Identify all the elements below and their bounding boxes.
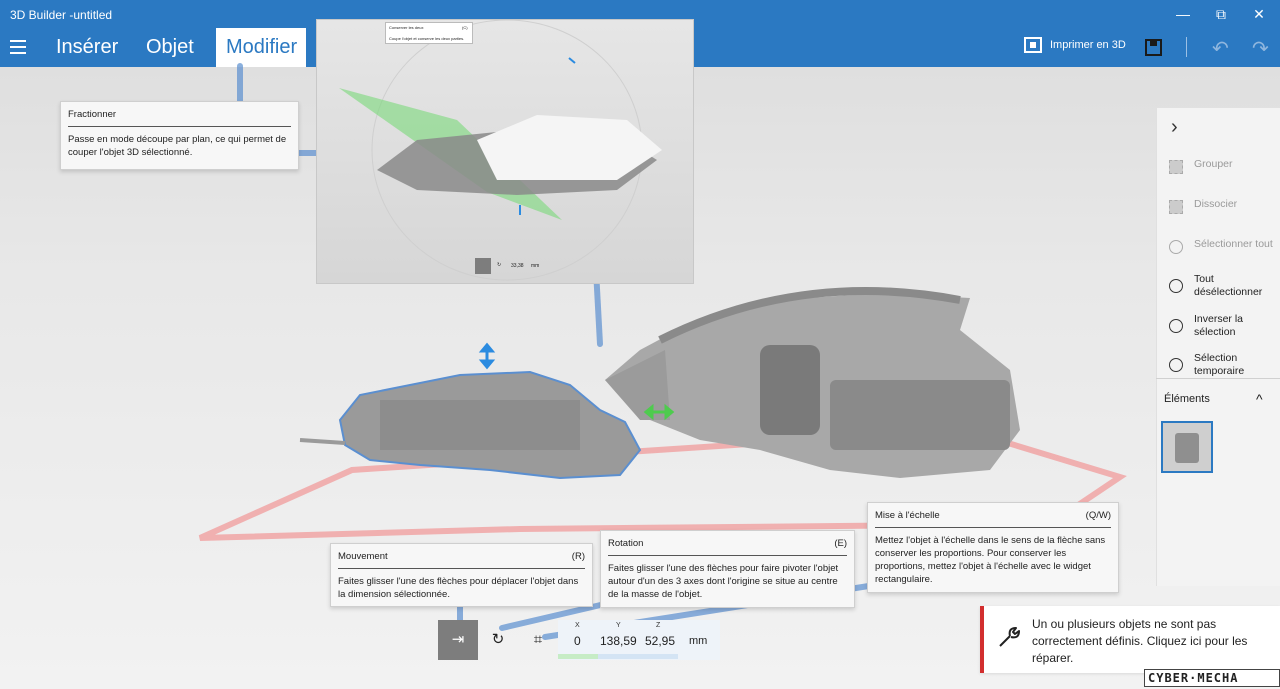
collapse-panel-icon[interactable]: ›: [1171, 116, 1178, 139]
move-arrow-vertical: [478, 342, 496, 370]
yz-axis-bar: [598, 654, 678, 659]
wrench-icon: [999, 627, 1020, 647]
repair-notification[interactable]: Un ou plusieurs objets ne sont pas corre…: [980, 606, 1280, 673]
split-preview-inset: Conserver les deux (C) Coupe l'objet et …: [316, 19, 694, 284]
temporary-selection-icon: [1169, 358, 1183, 372]
group-icon: [1169, 160, 1183, 174]
ungroup-label: Dissocier: [1194, 198, 1238, 210]
object-rear-body: [605, 293, 1020, 478]
tooltip-fractionner: Fractionner Passe en mode découpe par pl…: [60, 101, 299, 170]
select-all-label: Sélectionner tout: [1194, 238, 1273, 250]
tooltip-body: Faites glisser l'une des flèches pour dé…: [338, 576, 579, 600]
temporary-selection-label: Sélection temporaire: [1194, 352, 1245, 377]
tab-objet[interactable]: Objet: [136, 28, 204, 67]
inset-measure-value: 33,38: [511, 263, 524, 269]
deselect-all-label: Tout désélectionner: [1194, 273, 1263, 298]
scale-tool-button[interactable]: ⌗: [518, 620, 558, 660]
selected-object-detail: [380, 400, 580, 450]
invert-selection-label: Inverser la sélection: [1194, 313, 1244, 338]
menu-item-keep-both-key: (C): [462, 25, 468, 30]
object-rear-seat: [760, 345, 820, 435]
tooltip-shortcut: (Q/W): [1085, 510, 1111, 521]
inset-rotate-icon: ↻: [497, 262, 502, 268]
tooltip-header: Rotation (E): [608, 538, 847, 549]
coord-z-label: Z: [656, 622, 661, 629]
select-all-button[interactable]: Sélectionner tout: [1167, 238, 1280, 274]
menu-item-keep-both[interactable]: Conserver les deux: [389, 25, 423, 30]
close-button[interactable]: ✕: [1242, 4, 1276, 24]
select-all-icon: [1169, 240, 1183, 254]
selected-object-front: [338, 370, 642, 480]
minimize-button[interactable]: —: [1166, 4, 1200, 24]
coord-unit: mm: [689, 635, 708, 647]
tooltip-body: Faites glisser l'une des flèches pour fa…: [608, 563, 839, 600]
invert-selection-icon: [1169, 319, 1183, 333]
group-label: Grouper: [1194, 158, 1233, 170]
coord-z-input[interactable]: 52,95: [645, 634, 675, 648]
tooltip-mouvement: Mouvement (R) Faites glisser l'une des f…: [330, 543, 593, 607]
notification-text: Un ou plusieurs objets ne sont pas corre…: [1032, 617, 1248, 665]
coord-y-input[interactable]: 138,59: [600, 634, 637, 648]
object-door: [605, 350, 670, 420]
print-3d-button[interactable]: Imprimer en 3D: [1024, 37, 1126, 53]
car-thumbnail-icon: [1175, 433, 1199, 463]
save-icon[interactable]: [1145, 39, 1162, 56]
coord-y-label: Y: [616, 622, 621, 629]
element-thumbnail[interactable]: [1161, 421, 1213, 473]
object-rear-roof: [658, 287, 961, 344]
elements-collapse-icon[interactable]: ^: [1256, 391, 1263, 407]
tooltip-header: Mouvement (R): [338, 551, 585, 562]
watermark-logo: CYBER·MECHA: [1144, 669, 1280, 687]
redo-icon[interactable]: ↷: [1252, 36, 1269, 61]
tooltip-body: Mettez l'objet à l'échelle dans le sens …: [875, 535, 1106, 585]
tooltip-title: Mise à l'échelle: [875, 510, 940, 521]
tooltip-shortcut: (E): [834, 538, 847, 549]
tooltip-title: Mouvement: [338, 551, 388, 562]
tooltip-header: Mise à l'échelle (Q/W): [875, 510, 1111, 521]
tab-inserer[interactable]: Insérer: [46, 28, 128, 67]
tooltip-rotation: Rotation (E) Faites glisser l'une des fl…: [600, 530, 855, 608]
inset-measure-unit: mm: [531, 263, 540, 269]
edit-side-panel: › Grouper Dissocier Sélectionner tout To…: [1156, 108, 1280, 586]
print-3d-label: Imprimer en 3D: [1050, 38, 1126, 51]
inset-mini-toolbar: ↻ 33,38 mm: [475, 258, 545, 274]
deselect-all-icon: [1169, 279, 1183, 293]
ungroup-button[interactable]: Dissocier: [1167, 198, 1280, 234]
invert-selection-button[interactable]: Inverser la sélection: [1167, 313, 1280, 349]
object-rear-wheel: [830, 380, 1010, 450]
tooltip-body: Passe en mode découpe par plan, ce qui p…: [68, 134, 287, 158]
rotate-tool-button[interactable]: ↻: [478, 620, 518, 660]
tooltip-shortcut: (R): [571, 551, 585, 562]
x-axis-bar: [558, 654, 598, 659]
deselect-all-button[interactable]: Tout désélectionner: [1167, 273, 1280, 309]
printer-3d-icon: [1024, 37, 1042, 53]
toolbar-divider: [1186, 37, 1187, 57]
tab-modifier[interactable]: Modifier: [216, 28, 306, 67]
elements-title: Éléments: [1164, 393, 1210, 405]
ungroup-icon: [1169, 200, 1183, 214]
tooltip-echelle: Mise à l'échelle (Q/W) Mettez l'objet à …: [867, 502, 1119, 593]
move-tool-button[interactable]: ⇥: [438, 620, 478, 660]
tooltip-title: Fractionner: [68, 109, 117, 120]
split-options-menu[interactable]: Conserver les deux (C) Coupe l'objet et …: [385, 22, 473, 44]
undo-icon[interactable]: ↶: [1212, 36, 1229, 61]
tooltip-title: Rotation: [608, 538, 644, 549]
group-button[interactable]: Grouper: [1167, 158, 1280, 194]
window-title: 3D Builder -untitled: [10, 8, 113, 22]
split-preview-scene: [339, 20, 662, 281]
hamburger-menu-icon[interactable]: [10, 40, 26, 54]
coord-x-label: X: [575, 622, 580, 629]
object-antenna: [299, 438, 346, 445]
move-arrow-horizontal: [643, 403, 675, 421]
elements-section-header: Éléments ^: [1156, 378, 1280, 412]
coord-x-input[interactable]: 0: [574, 634, 581, 648]
menu-item-description: Coupe l'objet et conserve les deux parti…: [389, 36, 465, 41]
maximize-button[interactable]: ⧉: [1204, 4, 1238, 24]
